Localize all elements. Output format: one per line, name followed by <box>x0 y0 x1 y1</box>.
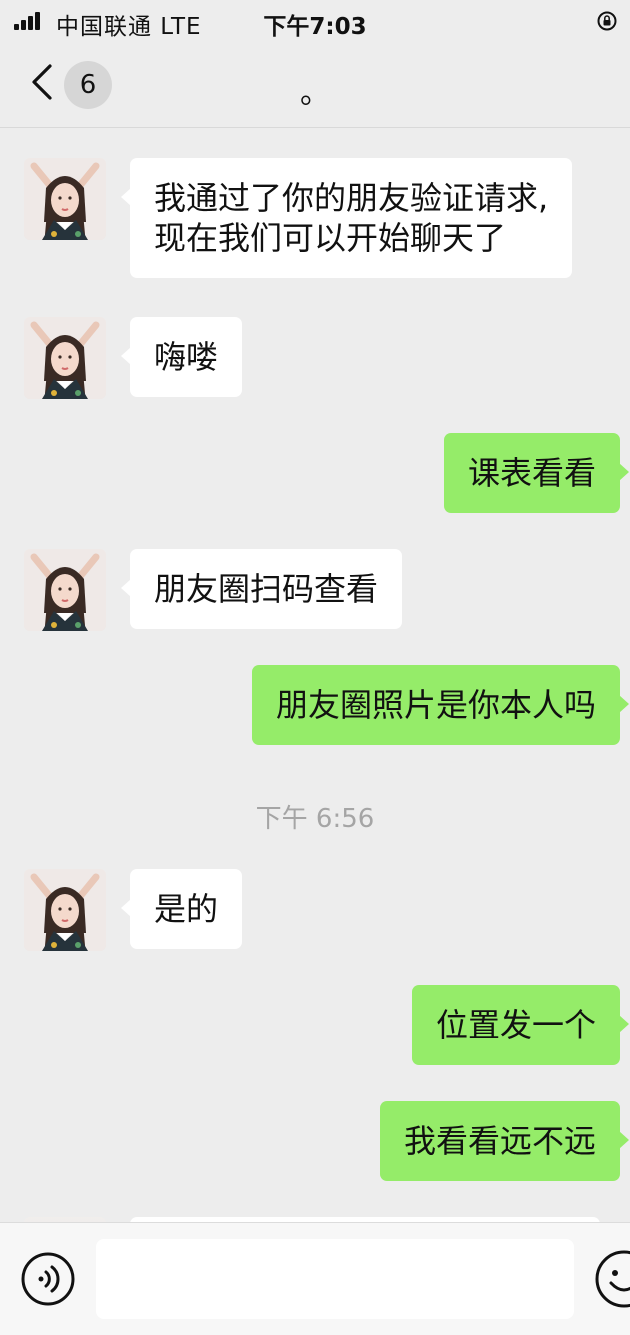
received-message-bubble[interactable]: 朋友圈扫码查看 <box>120 549 403 629</box>
message-line: 现在我们可以开始聊天了 <box>154 219 507 257</box>
message-line: 朋友圈照片是你本人吗 <box>275 686 596 724</box>
avatar[interactable] <box>24 869 106 951</box>
message-line: 嗨喽 <box>154 338 219 376</box>
sent-message-bubble[interactable]: 我看看远不远 <box>379 1101 630 1181</box>
chat-header: 6 。 <box>0 40 630 128</box>
status-time: 下午7:03 <box>263 14 367 40</box>
message-line: 是的 <box>154 890 219 928</box>
message-line: 课表看看 <box>467 454 596 492</box>
message-input[interactable] <box>96 1239 574 1319</box>
avatar[interactable] <box>24 158 106 240</box>
received-message-bubble[interactable]: 是的 <box>120 869 243 949</box>
sent-message-bubble[interactable]: 位置发一个 <box>411 985 630 1065</box>
sent-message-bubble[interactable]: 课表看看 <box>443 433 630 513</box>
message-line: 位置发一个 <box>435 1006 596 1044</box>
time-divider: 下午 6:56 <box>255 804 375 834</box>
chat-title: 。 <box>300 76 330 111</box>
orientation-lock-icon <box>597 11 617 31</box>
message-line: 我看看远不远 <box>403 1122 596 1160</box>
message-list[interactable]: 我通过了你的朋友验证请求, 现在我们可以开始聊天了 嗨喽 课表看看 朋友圈扫码查… <box>0 128 630 1222</box>
status-bar: 中国联通 LTE 下午7:03 <box>0 0 630 40</box>
message-line: 我通过了你的朋友验证请求, <box>154 179 549 217</box>
received-message-bubble[interactable]: 我通过了你的朋友验证请求, 现在我们可以开始聊天了 <box>120 158 573 278</box>
voice-icon[interactable] <box>20 1251 76 1307</box>
received-message-bubble[interactable]: 嗨喽 <box>120 317 243 397</box>
avatar[interactable] <box>24 549 106 631</box>
avatar[interactable] <box>24 317 106 399</box>
input-bar <box>0 1222 630 1335</box>
message-line: 朋友圈扫码查看 <box>154 570 379 608</box>
emoji-icon[interactable] <box>594 1249 630 1309</box>
sent-message-bubble[interactable]: 朋友圈照片是你本人吗 <box>251 665 630 745</box>
